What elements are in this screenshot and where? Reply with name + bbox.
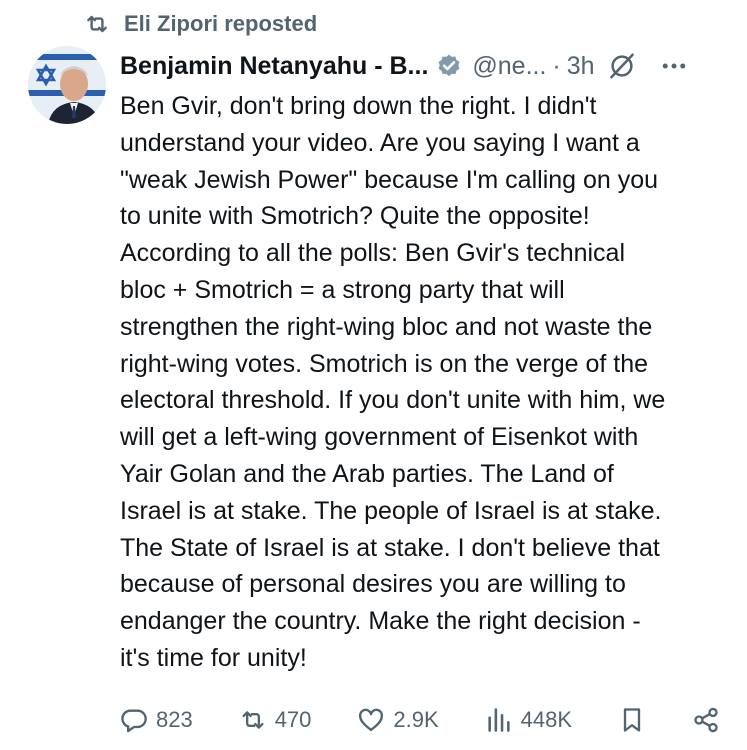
- grok-icon[interactable]: [607, 51, 637, 81]
- views-icon: [487, 708, 510, 732]
- post-header: Benjamin Netanyahu - B... @ne... · 3h: [120, 48, 720, 84]
- author-name[interactable]: Benjamin Netanyahu - B...: [120, 52, 428, 81]
- post-time[interactable]: 3h: [567, 52, 595, 81]
- like-icon: [359, 708, 384, 732]
- like-button[interactable]: 2.9K: [357, 706, 439, 734]
- like-count: 2.9K: [393, 707, 439, 732]
- share-button[interactable]: [692, 706, 720, 734]
- repost-icon: [242, 711, 264, 729]
- bookmark-button[interactable]: [618, 706, 646, 734]
- repost-count: 470: [274, 707, 312, 732]
- bookmark-icon: [623, 708, 641, 732]
- avatar-image: [28, 46, 106, 124]
- reply-button[interactable]: 823: [120, 706, 193, 734]
- share-icon: [694, 707, 718, 733]
- verified-badge-icon: [438, 54, 460, 77]
- post-text: Ben Gvir, don't bring down the right. I …: [120, 92, 666, 672]
- separator-dot: ·: [552, 51, 561, 80]
- action-bar: 823 470 2.9K 448K: [120, 702, 720, 738]
- reply-icon: [121, 709, 147, 733]
- reply-count: 823: [156, 707, 193, 732]
- views-count: 448K: [520, 707, 572, 732]
- repost-label: Eli Zipori reposted: [124, 11, 318, 36]
- author-handle[interactable]: @ne...: [472, 52, 546, 81]
- avatar[interactable]: [28, 46, 106, 124]
- repost-indicator[interactable]: Eli Zipori reposted: [84, 8, 317, 40]
- repost-button[interactable]: 470: [239, 706, 312, 734]
- views-button[interactable]: 448K: [485, 706, 572, 734]
- repost-icon: [87, 15, 107, 33]
- more-icon[interactable]: [659, 51, 689, 81]
